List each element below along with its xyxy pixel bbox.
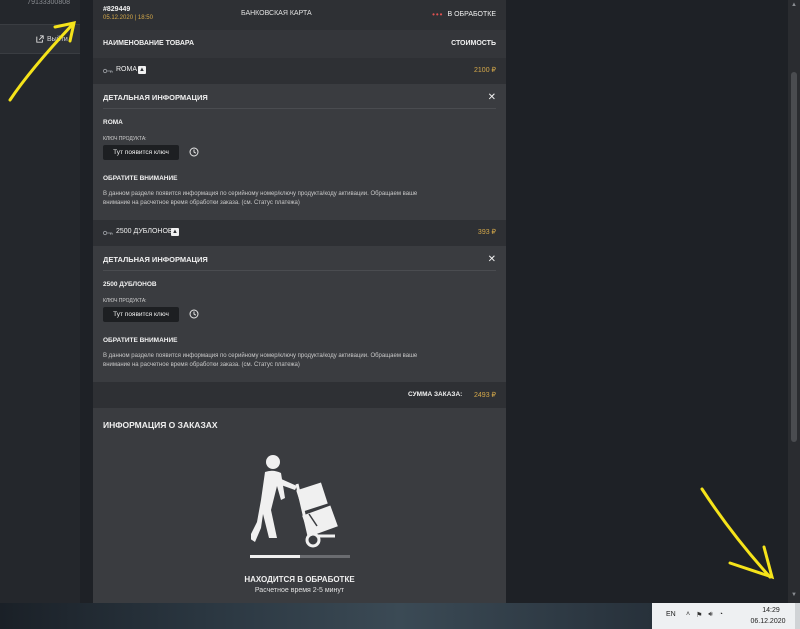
scroll-down-icon[interactable]: ▼ xyxy=(791,592,797,598)
clock-date[interactable]: 06.12.2020 xyxy=(746,618,790,625)
network-icon[interactable]: ◔ xyxy=(719,611,723,619)
close-icon[interactable]: ✕ xyxy=(488,254,496,265)
order-id: #829449 xyxy=(103,6,131,13)
chevron-up-icon[interactable]: ▲ xyxy=(171,228,179,236)
system-tray: EN ˄ ⚑ 🔊︎ ◔ 14:29 06.12.2020 xyxy=(652,603,800,629)
status-dots-icon: ••• xyxy=(432,10,444,19)
notice-text: В данном разделе появится информация по … xyxy=(103,353,418,368)
key-icon xyxy=(103,68,113,74)
notice-title: ОБРАТИТЕ ВНИМАНИЕ xyxy=(103,337,178,344)
columns-header: НАИМЕНОВАНИЕ ТОВАРА СТОИМОСТЬ xyxy=(93,30,506,58)
column-name: НАИМЕНОВАНИЕ ТОВАРА xyxy=(103,40,195,47)
tray-icons: ˄ ⚑ 🔊︎ ◔ xyxy=(686,611,723,619)
key-button[interactable]: Тут появится ключ xyxy=(103,307,179,322)
detail-product: ROMA xyxy=(103,119,123,126)
delivery-person-icon xyxy=(251,455,338,548)
user-phone: 79133300808 xyxy=(27,0,70,6)
order-info: ИНФОРМАЦИЯ О ЗАКАЗАХ НАХОДИТСЯ В ОБРАБОТ… xyxy=(93,408,506,603)
detail-product: 2500 ДУБЛОНОВ xyxy=(103,281,157,288)
order-status: ••• В ОБРАБОТКЕ xyxy=(432,10,496,19)
order-date: 05.12.2020 | 18:50 xyxy=(103,15,153,21)
sidebar: 79133300808 Выйти xyxy=(0,0,80,603)
item-row[interactable]: 2500 ДУБЛОНОВ ▲ 393 ₽ xyxy=(93,220,506,246)
key-icon xyxy=(103,230,113,236)
notice-text: В данном разделе появится информация по … xyxy=(103,191,418,206)
close-icon[interactable]: ✕ xyxy=(488,92,496,103)
item-name: ROMA xyxy=(116,66,137,73)
column-cost: СТОИМОСТЬ xyxy=(451,40,496,47)
key-button[interactable]: Тут появится ключ xyxy=(103,145,179,160)
show-desktop-button[interactable] xyxy=(795,603,800,629)
chevron-up-icon[interactable]: ˄ xyxy=(686,611,690,619)
detail-title: ДЕТАЛЬНАЯ ИНФОРМАЦИЯ xyxy=(103,255,208,264)
key-label: КЛЮЧ ПРОДУКТА: xyxy=(103,136,147,142)
processing-progress xyxy=(250,555,350,558)
clock-icon xyxy=(189,147,199,157)
order-panel: #829449 05.12.2020 | 18:50 БАНКОВСКАЯ КА… xyxy=(93,0,506,603)
order-header: #829449 05.12.2020 | 18:50 БАНКОВСКАЯ КА… xyxy=(93,0,506,30)
info-status: НАХОДИТСЯ В ОБРАБОТКЕ xyxy=(244,575,355,584)
exit-label: Выйти xyxy=(47,35,68,43)
annotation-arrow-icon xyxy=(700,487,775,580)
order-sum-label: СУММА ЗАКАЗА: xyxy=(408,391,463,398)
notice-title: ОБРАТИТЕ ВНИМАНИЕ xyxy=(103,175,178,182)
exit-icon xyxy=(36,35,44,43)
divider xyxy=(103,108,496,109)
order-sum-value: 2493 ₽ xyxy=(474,392,496,399)
language-indicator[interactable]: EN xyxy=(666,611,676,618)
divider xyxy=(103,270,496,271)
scroll-up-icon[interactable]: ▲ xyxy=(791,2,797,8)
clock-icon xyxy=(189,309,199,319)
progress-fill xyxy=(250,555,300,558)
order-sum-row: СУММА ЗАКАЗА: 2493 ₽ xyxy=(93,382,506,408)
item-price: 393 ₽ xyxy=(477,229,496,236)
info-time: Расчетное время 2-5 минут xyxy=(254,587,345,594)
key-label: КЛЮЧ ПРОДУКТА: xyxy=(103,298,147,304)
chevron-up-icon[interactable]: ▲ xyxy=(138,66,146,74)
item-name: 2500 ДУБЛОНОВ xyxy=(116,228,173,235)
flag-icon[interactable]: ⚑ xyxy=(696,611,702,619)
item-detail: ДЕТАЛЬНАЯ ИНФОРМАЦИЯ ✕ 2500 ДУБЛОНОВ КЛЮ… xyxy=(93,246,506,384)
exit-button[interactable]: Выйти xyxy=(36,35,68,43)
scrollbar-thumb[interactable] xyxy=(791,72,797,442)
payment-method: БАНКОВСКАЯ КАРТА xyxy=(241,10,312,17)
item-row[interactable]: ROMA ▲ 2100 ₽ xyxy=(93,58,506,84)
item-detail: ДЕТАЛЬНАЯ ИНФОРМАЦИЯ ✕ ROMA КЛЮЧ ПРОДУКТ… xyxy=(93,84,506,222)
speaker-icon[interactable]: 🔊︎ xyxy=(708,611,712,619)
detail-title: ДЕТАЛЬНАЯ ИНФОРМАЦИЯ xyxy=(103,93,208,102)
clock-time[interactable]: 14:29 xyxy=(756,607,786,614)
item-price: 2100 ₽ xyxy=(474,67,496,74)
order-status-label: В ОБРАБОТКЕ xyxy=(447,11,496,18)
info-title: ИНФОРМАЦИЯ О ЗАКАЗАХ xyxy=(103,420,218,430)
